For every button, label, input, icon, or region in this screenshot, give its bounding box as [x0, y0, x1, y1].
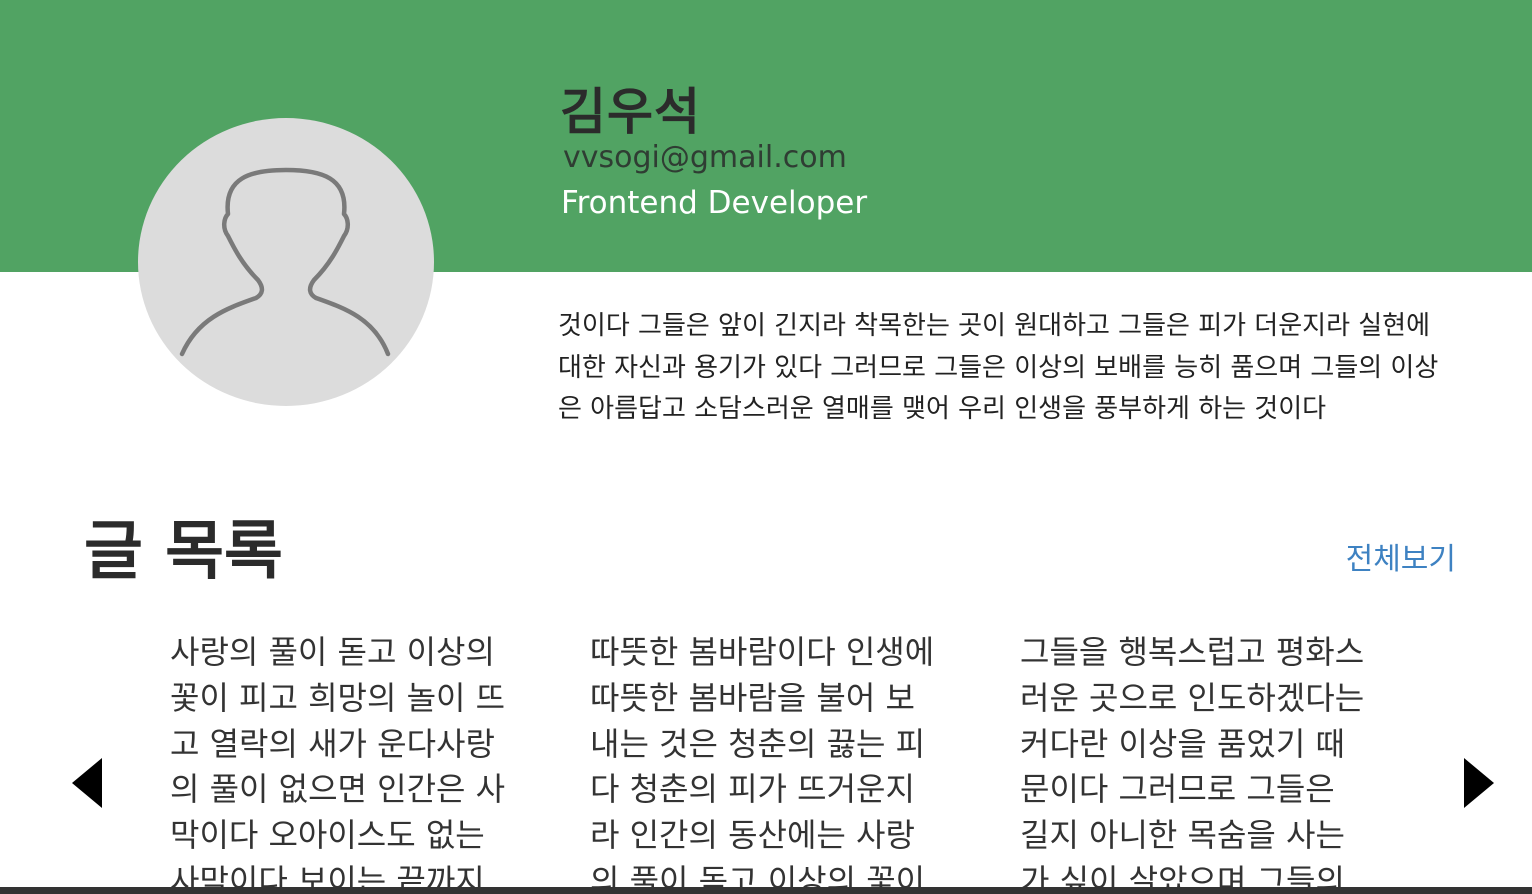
post-card[interactable]: 그들을 행복스럽고 평화스 러운 곳으로 인도하겠다는 커다란 이상을 품었기 …: [1020, 630, 1400, 894]
profile-name: 김우석: [560, 83, 701, 141]
post-card[interactable]: 따뜻한 봄바람이다 인생에 따뜻한 봄바람을 불어 보 내는 것은 청춘의 끓는…: [590, 630, 970, 894]
profile-email: vvsogi@gmail.com: [563, 140, 847, 175]
arrow-right-icon: [1464, 758, 1494, 808]
bottom-divider: [0, 887, 1532, 894]
post-excerpt: 그들을 행복스럽고 평화스 러운 곳으로 인도하겠다는 커다란 이상을 품었기 …: [1020, 633, 1365, 894]
post-card[interactable]: 사랑의 풀이 돋고 이상의 꽃이 피고 희망의 놀이 뜨 고 열락의 새가 운다…: [170, 630, 530, 894]
user-silhouette-icon: [179, 167, 391, 357]
post-excerpt: 따뜻한 봄바람이다 인생에 따뜻한 봄바람을 불어 보 내는 것은 청춘의 끓는…: [590, 633, 935, 894]
avatar: [138, 118, 434, 406]
carousel-next-button[interactable]: [1462, 756, 1496, 810]
profile-role: Frontend Developer: [561, 185, 868, 221]
posts-section-title: 글 목록: [84, 515, 283, 589]
carousel-prev-button[interactable]: [70, 756, 104, 810]
view-all-link[interactable]: 전체보기: [1346, 540, 1456, 580]
arrow-left-icon: [72, 758, 102, 808]
post-excerpt: 사랑의 풀이 돋고 이상의 꽃이 피고 희망의 놀이 뜨 고 열락의 새가 운다…: [170, 633, 506, 894]
profile-bio: 것이다 그들은 앞이 긴지라 착목한는 곳이 원대하고 그들은 피가 더운지라 …: [558, 311, 1439, 424]
